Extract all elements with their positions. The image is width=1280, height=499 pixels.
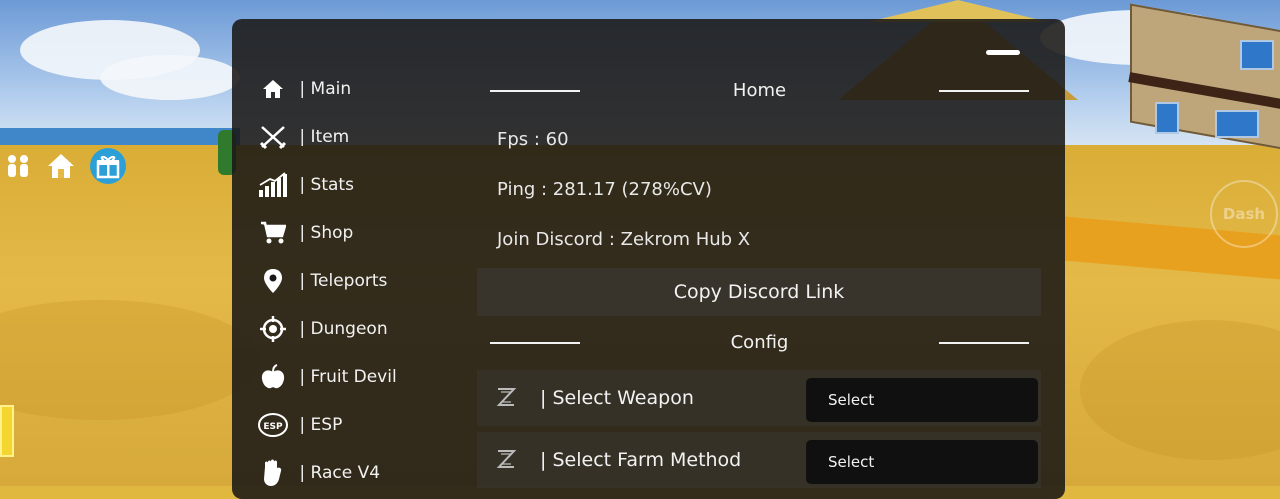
house-window xyxy=(1215,110,1259,138)
zekrom-z-icon xyxy=(495,448,517,470)
esp-icon: ESP xyxy=(256,410,290,440)
house-window xyxy=(1155,102,1179,134)
sidebar-item-fruit-devil[interactable]: | Fruit Devil xyxy=(256,353,466,401)
dropdown-label: | Select Farm Method xyxy=(534,449,742,471)
sidebar-item-label: | Dungeon xyxy=(294,319,388,339)
fps-label: Fps : 60 xyxy=(497,129,569,150)
sidebar-item-shop[interactable]: | Shop xyxy=(256,209,466,257)
divider-line xyxy=(939,90,1029,92)
apple-icon xyxy=(256,362,290,392)
script-hub-window: | Main | Item | Stats | Shop | Teleports xyxy=(232,19,1065,499)
sidebar-item-label: | Shop xyxy=(294,223,354,243)
home-icon xyxy=(256,74,290,104)
dropdown-value: Select xyxy=(828,391,875,409)
svg-text:ESP: ESP xyxy=(263,422,283,432)
discord-label: Join Discord : Zekrom Hub X xyxy=(497,229,751,250)
sidebar-item-label: | Item xyxy=(294,127,350,147)
content-panel: Home Fps : 60 Ping : 281.17 (278%CV) Joi… xyxy=(477,19,1042,499)
zekrom-z-icon xyxy=(495,386,517,408)
stats-chart-icon xyxy=(256,170,290,200)
dropdown-label: | Select Weapon xyxy=(534,387,694,409)
select-farm-method-row: | Select Farm Method Select xyxy=(477,432,1041,488)
select-farm-method-dropdown[interactable]: Select xyxy=(806,440,1038,484)
ping-label: Ping : 281.17 (278%CV) xyxy=(497,179,712,200)
crosshair-icon xyxy=(256,314,290,344)
yellow-marker xyxy=(0,405,14,457)
sidebar-item-label: | Race V4 xyxy=(294,463,381,483)
sidebar-item-label: | Main xyxy=(294,79,352,99)
dash-button[interactable]: Dash xyxy=(1210,180,1278,248)
house-window xyxy=(1240,40,1274,70)
sidebar: | Main | Item | Stats | Shop | Teleports xyxy=(256,65,466,497)
party-icon[interactable] xyxy=(2,150,34,182)
copy-discord-link-button[interactable]: Copy Discord Link xyxy=(477,268,1041,316)
sidebar-item-teleports[interactable]: | Teleports xyxy=(256,257,466,305)
sidebar-item-label: | Stats xyxy=(294,175,354,195)
crossed-swords-icon xyxy=(256,122,290,152)
dropdown-value: Select xyxy=(828,453,875,471)
sidebar-item-main[interactable]: | Main xyxy=(256,65,466,113)
home-section-header: Home xyxy=(477,76,1042,106)
divider-line xyxy=(939,342,1029,344)
select-weapon-row: | Select Weapon Select xyxy=(477,370,1041,426)
sidebar-item-race-v4[interactable]: | Race V4 xyxy=(256,449,466,497)
home-hud-icon[interactable] xyxy=(45,150,77,182)
sidebar-item-esp[interactable]: ESP | ESP xyxy=(256,401,466,449)
sidebar-item-label: | ESP xyxy=(294,415,343,435)
sidebar-item-item[interactable]: | Item xyxy=(256,113,466,161)
sidebar-item-label: | Fruit Devil xyxy=(294,367,397,387)
shopping-cart-icon xyxy=(256,218,290,248)
sidebar-item-label: | Teleports xyxy=(294,271,388,291)
config-section-header: Config xyxy=(477,328,1042,358)
location-pin-icon xyxy=(256,266,290,296)
select-weapon-dropdown[interactable]: Select xyxy=(806,378,1038,422)
sidebar-item-dungeon[interactable]: | Dungeon xyxy=(256,305,466,353)
cloud xyxy=(100,55,240,100)
fist-icon xyxy=(256,458,290,488)
sidebar-item-stats[interactable]: | Stats xyxy=(256,161,466,209)
gift-icon[interactable] xyxy=(90,148,126,184)
